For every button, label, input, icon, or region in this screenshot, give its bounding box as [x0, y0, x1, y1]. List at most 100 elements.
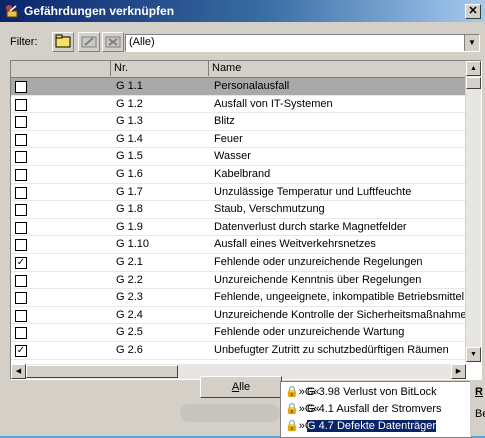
list-item[interactable]: 🔒»G«G 3.98 Verlust von BitLock: [285, 385, 437, 400]
row-checkbox[interactable]: [15, 309, 27, 322]
filter-new-button[interactable]: [52, 32, 74, 52]
filter-delete-button[interactable]: [102, 32, 124, 52]
grid-header: Nr. Name: [11, 61, 466, 78]
table-row[interactable]: G 1.4 Feuer: [11, 131, 466, 149]
table-row[interactable]: G 1.5 Wasser: [11, 148, 466, 166]
row-name: Kabelbrand: [214, 167, 271, 180]
table-row[interactable]: G 2.2 Unzureichende Kenntnis über Regelun…: [11, 272, 466, 290]
row-checkbox[interactable]: [15, 168, 27, 181]
list-item[interactable]: 🔒»G«G 4.1 Ausfall der Stromvers: [285, 402, 442, 417]
folder-edit-icon: [81, 36, 97, 48]
scroll-left-icon[interactable]: ◀: [11, 364, 26, 379]
scroll-up-icon[interactable]: ▲: [466, 61, 481, 76]
row-name: Fehlende, ungeeignete, inkompatible Betr…: [214, 291, 465, 304]
vertical-scrollbar[interactable]: ▲ ▼: [465, 61, 481, 362]
list-item-label: G 4.7 Defekte Datenträger: [307, 420, 437, 432]
row-number: G 2.6: [116, 343, 143, 356]
row-checkbox[interactable]: [15, 239, 27, 252]
row-checkbox[interactable]: [15, 186, 27, 199]
scroll-down-icon[interactable]: ▼: [466, 347, 481, 362]
right-panel-text: Be: [475, 408, 485, 420]
chevron-down-icon[interactable]: ▼: [464, 35, 479, 51]
row-checkbox[interactable]: [15, 221, 27, 234]
close-button[interactable]: ✕: [465, 4, 481, 19]
row-name: Ausfall eines Weitverkehrsnetzes: [214, 238, 376, 251]
window-title: Gefährdungen verknüpfen: [24, 4, 175, 18]
filter-label: Filter:: [10, 36, 38, 48]
folder-new-icon: [55, 34, 71, 48]
table-row[interactable]: G 1.8 Staub, Verschmutzung: [11, 201, 466, 219]
threat-dropdown-list: 🔒»G«G 3.98 Verlust von BitLock 🔒»G«G 4.1…: [280, 381, 472, 438]
horizontal-scroll-thumb[interactable]: [26, 365, 178, 378]
table-row[interactable]: G 1.2 Ausfall von IT-Systemen: [11, 96, 466, 114]
table-row[interactable]: G 2.5 Fehlende oder unzureichende Wartung: [11, 324, 466, 342]
close-icon: ✕: [468, 5, 478, 17]
scroll-thumb[interactable]: [466, 77, 481, 89]
right-panel-heading: R: [475, 386, 483, 398]
row-number: G 1.9: [116, 220, 143, 233]
threat-icon: 🔒»G«: [285, 419, 320, 432]
row-checkbox[interactable]: ✓: [15, 256, 27, 269]
row-number: G 2.3: [116, 291, 143, 304]
threat-link-icon: [6, 5, 18, 18]
row-number: G 2.1: [116, 255, 143, 268]
row-name: Wasser: [214, 150, 251, 163]
table-row[interactable]: ✓ G 2.6 Unbefugter Zutritt zu schutzbedürf…: [11, 342, 466, 360]
background-buttons: [180, 400, 280, 426]
row-checkbox[interactable]: [15, 292, 27, 305]
table-row[interactable]: G 2.4 Unzureichende Kontrolle der Sicherh…: [11, 307, 473, 325]
row-name: Staub, Verschmutzung: [214, 203, 325, 216]
row-checkbox[interactable]: [15, 274, 27, 287]
threat-icon: 🔒»G«: [285, 386, 320, 398]
row-number: G 1.5: [116, 150, 143, 163]
row-name: Personalausfall: [214, 80, 290, 92]
threat-icon: 🔒»G«: [285, 403, 320, 415]
scroll-right-icon[interactable]: ▶: [451, 364, 466, 379]
row-number: G 1.6: [116, 167, 143, 180]
row-number: G 2.5: [116, 326, 143, 339]
row-number: G 1.8: [116, 203, 143, 216]
threat-grid: Nr. Name G 1.1 Personalausfall G 1.2 Ausfal…: [10, 60, 482, 380]
table-row[interactable]: G 1.3 Blitz: [11, 113, 466, 131]
row-checkbox[interactable]: ✓: [15, 344, 27, 357]
row-number: G 1.1: [116, 80, 143, 92]
row-name: Unbefugter Zutritt zu schutzbedürftigen …: [214, 343, 449, 356]
filter-bar: Filter: (Alle) ▼: [0, 26, 485, 56]
row-number: G 2.2: [116, 273, 143, 286]
faded-toolbar-icon: [180, 404, 280, 422]
table-row[interactable]: G 1.10 Ausfall eines Weitverkehrsnetzes: [11, 236, 466, 254]
row-checkbox[interactable]: [15, 204, 27, 217]
row-number: G 1.3: [116, 115, 143, 128]
row-checkbox[interactable]: [15, 81, 27, 93]
row-number: G 1.2: [116, 97, 143, 110]
column-header-check[interactable]: [11, 61, 111, 76]
table-row[interactable]: G 2.3 Fehlende, ungeeignete, inkompatible…: [11, 289, 466, 307]
folder-delete-icon: [105, 36, 121, 48]
column-header-name[interactable]: Name: [209, 61, 466, 76]
row-checkbox[interactable]: [15, 133, 27, 146]
list-item-label: G 3.98 Verlust von BitLock: [307, 386, 437, 398]
row-checkbox[interactable]: [15, 98, 27, 111]
filter-edit-button[interactable]: [78, 32, 100, 52]
table-row[interactable]: G 1.1 Personalausfall: [11, 78, 466, 96]
list-item-selected[interactable]: 🔒»G«G 4.7 Defekte Datenträger: [285, 419, 437, 434]
row-name: Feuer: [214, 132, 243, 145]
filter-select[interactable]: (Alle) ▼: [125, 34, 480, 52]
alle-button[interactable]: Alle: [200, 376, 282, 398]
title-bar[interactable]: Gefährdungen verknüpfen ✕: [0, 0, 485, 22]
filter-select-value: (Alle): [129, 36, 155, 48]
row-checkbox[interactable]: [15, 151, 27, 164]
table-row[interactable]: G 1.9 Datenverlust durch starke Magnetfel…: [11, 219, 466, 237]
row-checkbox[interactable]: [15, 327, 27, 340]
table-row[interactable]: ✓ G 2.1 Fehlende oder unzureichende Regelu…: [11, 254, 466, 272]
row-number: G 1.4: [116, 132, 143, 145]
dialog-window: Gefährdungen verknüpfen ✕ Filter: (Alle)…: [0, 0, 485, 438]
table-row[interactable]: G 1.7 Unzulässige Temperatur und Luftfeuc…: [11, 184, 466, 202]
grid-rows: G 1.1 Personalausfall G 1.2 Ausfall von IT-…: [11, 78, 473, 360]
table-row[interactable]: G 1.6 Kabelbrand: [11, 166, 466, 184]
row-checkbox[interactable]: [15, 116, 27, 129]
column-header-nr[interactable]: Nr.: [111, 61, 209, 76]
right-panel: R Be: [470, 381, 485, 436]
row-name: Ausfall von IT-Systemen: [214, 97, 333, 110]
row-name: Datenverlust durch starke Magnetfelder: [214, 220, 407, 233]
